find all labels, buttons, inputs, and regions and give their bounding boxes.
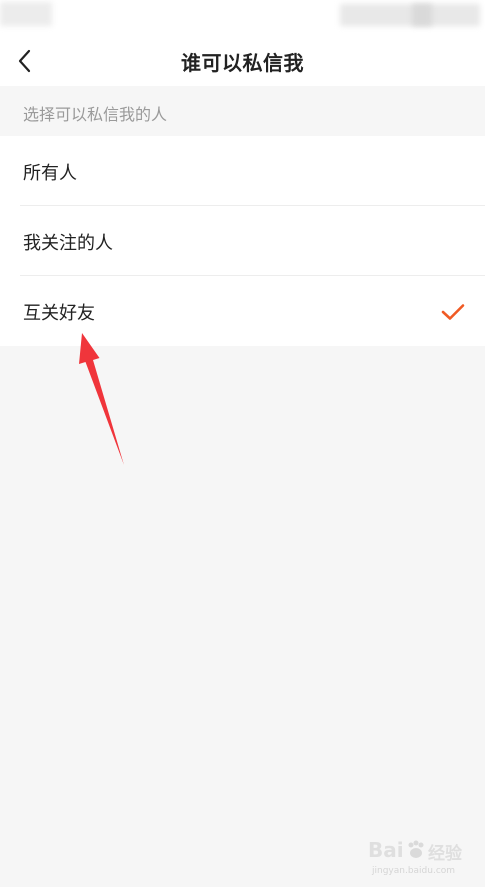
status-bar-right-blurred — [340, 4, 480, 26]
paw-icon — [408, 840, 424, 858]
option-label: 互关好友 — [23, 303, 95, 324]
option-people-i-follow[interactable]: 我关注的人 — [0, 206, 485, 276]
section-header: 选择可以私信我的人 — [0, 86, 485, 136]
watermark: Bai 经验 jingyan.baidu.com — [368, 836, 480, 880]
watermark-brand-suffix: 经验 — [428, 844, 462, 864]
option-mutual-friends[interactable]: 互关好友 — [0, 276, 485, 346]
page-title: 谁可以私信我 — [181, 51, 304, 75]
option-label: 所有人 — [23, 163, 77, 184]
options-list: 所有人 我关注的人 互关好友 — [0, 136, 485, 346]
status-bar — [0, 0, 485, 36]
option-everyone[interactable]: 所有人 — [0, 136, 485, 206]
navigation-bar: 谁可以私信我 — [0, 36, 485, 86]
checkmark-icon — [441, 304, 465, 320]
watermark-url: jingyan.baidu.com — [372, 866, 456, 876]
watermark-brand: Bai — [368, 838, 404, 862]
status-bar-left-blurred — [0, 2, 52, 26]
option-label: 我关注的人 — [23, 233, 113, 254]
section-header-text: 选择可以私信我的人 — [23, 105, 168, 124]
status-bar-right-blurred-2 — [412, 4, 432, 26]
